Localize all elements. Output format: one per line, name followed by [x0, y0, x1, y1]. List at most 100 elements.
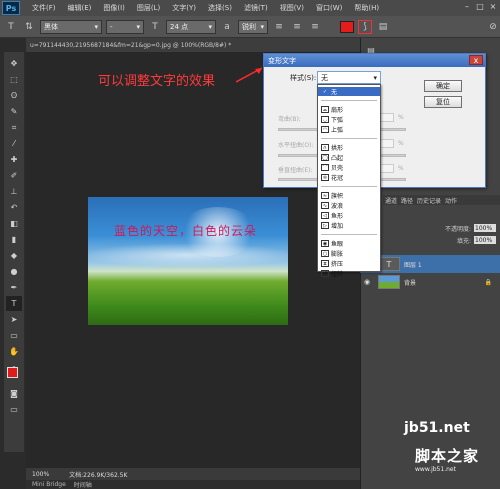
font-style-select[interactable]: - ▾ [106, 19, 144, 34]
tab-actions[interactable]: 动作 [445, 196, 457, 205]
text-color-swatch[interactable] [340, 20, 354, 33]
quick-select-tool-icon[interactable]: ✎ [6, 104, 22, 119]
path-select-icon[interactable]: ➤ [6, 312, 22, 327]
dropdown-item[interactable]: ✓ 无 [318, 87, 380, 96]
menu-select[interactable]: 选择(S) [202, 3, 238, 13]
menu-bar: Ps 文件(F) 编辑(E) 图像(I) 图层(L) 文字(Y) 选择(S) 滤… [0, 0, 500, 16]
ok-button[interactable]: 确定 [424, 80, 462, 92]
dropdown-item[interactable]: ◁ 鱼形 [318, 211, 380, 220]
font-size-select[interactable]: 24 点 ▾ [166, 19, 216, 34]
image-text-layer[interactable]: 蓝色的天空，白色的云朵 [114, 222, 257, 239]
type-tool-icon[interactable]: T [4, 20, 18, 34]
dropdown-item[interactable]: ▷ 增加 [318, 221, 380, 230]
close-icon[interactable]: × [488, 1, 498, 11]
document-tab[interactable]: u=791144430,2195687184&fm=21&gp=0.jpg @ … [26, 38, 360, 52]
document-image[interactable] [88, 197, 288, 325]
quick-mask-icon[interactable]: ◙ [6, 386, 22, 401]
dropdown-item[interactable]: ⌒ 贝壳 [318, 163, 380, 172]
tab-timeline[interactable]: 时间轴 [74, 480, 92, 489]
dialog-titlebar[interactable]: 变形文字 x [264, 54, 485, 67]
tab-channels[interactable]: 通道 [385, 196, 397, 205]
dropdown-separator [321, 234, 377, 235]
shape-tool-icon[interactable]: ▭ [6, 328, 22, 343]
dropdown-item[interactable]: ♔ 花冠 [318, 173, 380, 182]
antialias-icon: a [224, 21, 230, 32]
hand-tool-icon[interactable]: ✋ [6, 344, 22, 359]
dropdown-item-label: 凸起 [331, 155, 344, 162]
maximize-icon[interactable]: □ [475, 1, 485, 11]
eyedropper-tool-icon[interactable]: ⁄ [6, 136, 22, 151]
tab-paths[interactable]: 路径 [401, 196, 413, 205]
character-panel-icon[interactable]: ▤ [376, 20, 390, 34]
menu-layer[interactable]: 图层(L) [131, 3, 166, 13]
tab-mini-bridge[interactable]: Mini Bridge [32, 481, 66, 488]
fill-input[interactable]: 100% [474, 236, 496, 244]
tab-history[interactable]: 历史记录 [417, 196, 441, 205]
warp-text-icon[interactable]: ⟆ [358, 19, 372, 34]
history-brush-icon[interactable]: ↶ [6, 200, 22, 215]
healing-tool-icon[interactable]: ✚ [6, 152, 22, 167]
brush-tool-icon[interactable]: ✐ [6, 168, 22, 183]
reset-button[interactable]: 复位 [424, 96, 462, 108]
antialias-value: 锐利 [242, 22, 256, 31]
dropdown-item[interactable]: ○ 膨胀 [318, 249, 380, 258]
move-tool-icon[interactable]: ✥ [6, 56, 22, 71]
photoshop-logo: Ps [2, 1, 20, 15]
font-size-value: 24 点 [170, 22, 189, 31]
eraser-tool-icon[interactable]: ◧ [6, 216, 22, 231]
dialog-close-button[interactable]: x [469, 55, 483, 65]
align-right-icon[interactable]: ≡ [308, 20, 322, 34]
text-orientation-icon[interactable]: ⇅ [22, 20, 36, 34]
menu-window[interactable]: 窗口(W) [310, 3, 348, 13]
layer-row-text[interactable]: ◉ T 图层 1 [360, 255, 500, 273]
menu-file[interactable]: 文件(F) [26, 3, 62, 13]
blur-tool-icon[interactable]: ◆ [6, 248, 22, 263]
zoom-level[interactable]: 100% [32, 471, 49, 478]
dropdown-item[interactable]: ∩ 拱形 [318, 143, 380, 152]
dropdown-item[interactable]: ◡ 下弧 [318, 115, 380, 124]
dropdown-separator [321, 100, 377, 101]
marquee-tool-icon[interactable]: ⬚ [6, 72, 22, 87]
stamp-tool-icon[interactable]: ⊥ [6, 184, 22, 199]
eye-icon[interactable]: ◉ [364, 278, 374, 286]
cancel-icon[interactable]: ⊘ [486, 20, 500, 34]
warp-style-icon: ⌒ [321, 164, 329, 171]
foreground-color-swatch[interactable] [7, 367, 18, 378]
dropdown-item[interactable]: ⌓ 扇形 [318, 105, 380, 114]
opacity-label: 不透明度: [444, 225, 471, 233]
menu-help[interactable]: 帮助(H) [348, 3, 385, 13]
horizontal-distortion-label: 水平扭曲(O): [278, 142, 314, 149]
pen-tool-icon[interactable]: ✒ [6, 280, 22, 295]
layer-row-background[interactable]: ◉ 背景 🔒 [360, 273, 500, 291]
crop-tool-icon[interactable]: ⌗ [6, 120, 22, 135]
screen-mode-icon[interactable]: ▭ [6, 402, 22, 417]
menu-edit[interactable]: 编辑(E) [62, 3, 98, 13]
lasso-tool-icon[interactable]: ʘ [6, 88, 22, 103]
dropdown-item[interactable]: ◯ 凸起 [318, 153, 380, 162]
dropdown-item[interactable]: ∿ 波浪 [318, 201, 380, 210]
font-family-select[interactable]: 黑体 ▾ [40, 19, 102, 34]
menu-type[interactable]: 文字(Y) [166, 3, 202, 13]
dropdown-item[interactable]: ↺ 扭转 [318, 269, 380, 278]
minimize-icon[interactable]: – [462, 1, 472, 11]
dropdown-item[interactable]: ≈ 旗帜 [318, 191, 380, 200]
warp-style-icon: ✓ [322, 88, 328, 95]
dropdown-item[interactable]: ◠ 上弧 [318, 125, 380, 134]
style-select[interactable]: 无 ▾ [317, 71, 381, 84]
warp-style-icon: ◁ [321, 212, 329, 219]
antialias-select[interactable]: 锐利 ▾ [238, 19, 268, 34]
dropdown-item-label: 无 [331, 89, 338, 96]
dropdown-item[interactable]: ◉ 鱼眼 [318, 239, 380, 248]
type-tool-icon[interactable]: T [6, 296, 22, 311]
dodge-tool-icon[interactable]: ● [6, 264, 22, 279]
align-left-icon[interactable]: ≡ [272, 20, 286, 34]
align-center-icon[interactable]: ≡ [290, 20, 304, 34]
opacity-input[interactable]: 100% [474, 224, 496, 232]
menu-filter[interactable]: 滤镜(T) [238, 3, 274, 13]
menu-view[interactable]: 视图(V) [274, 3, 310, 13]
dropdown-item[interactable]: ⧖ 挤压 [318, 259, 380, 268]
style-select-value: 无 [321, 73, 328, 82]
style-dropdown-list: ✓ 无 ⌓ 扇形 ◡ 下弧 ◠ 上弧 ∩ 拱形 ◯ 凸起 ⌒ 贝壳 ♔ 花冠 ≈ 旗帜 ∿ 波浪 ◁ 鱼形 ▷ 增加 ◉ 鱼眼 ○ 膨… [317, 84, 381, 278]
gradient-tool-icon[interactable]: ▮ [6, 232, 22, 247]
menu-image[interactable]: 图像(I) [97, 3, 131, 13]
